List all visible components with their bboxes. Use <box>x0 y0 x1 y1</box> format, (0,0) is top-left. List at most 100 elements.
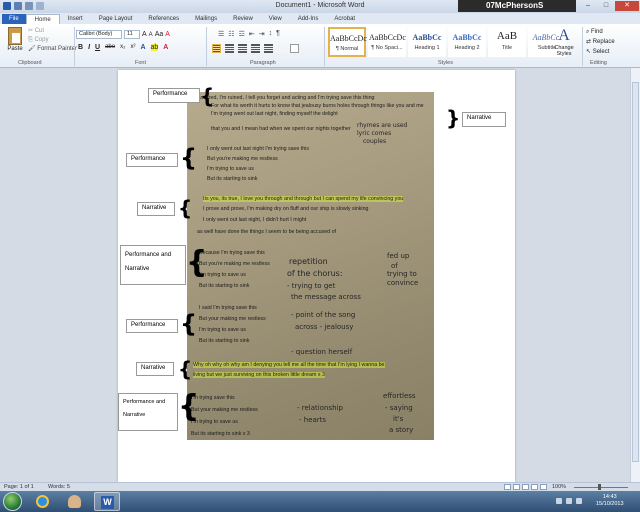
align-center-icon[interactable] <box>225 44 234 53</box>
style-normal[interactable]: AaBbCcDc ¶ Normal <box>328 27 367 57</box>
style-heading-2[interactable]: AaBbCc Heading 2 <box>448 27 486 57</box>
shading-icon[interactable] <box>277 44 286 53</box>
taskbar-internet-explorer[interactable] <box>30 492 56 511</box>
minimize-button[interactable]: – <box>579 1 597 11</box>
network-icon[interactable] <box>566 498 572 504</box>
shrink-font-button[interactable]: A <box>149 32 153 38</box>
select-button[interactable]: ↖ Select <box>586 47 615 57</box>
start-button[interactable] <box>3 492 22 511</box>
tab-view[interactable]: View <box>261 14 290 24</box>
handwritten-note: - trying to get <box>287 282 336 290</box>
numbering-icon[interactable]: ☷ <box>228 30 234 38</box>
taskbar-word[interactable]: W <box>94 492 120 511</box>
tab-acrobat[interactable]: Acrobat <box>326 14 363 24</box>
clock[interactable]: 14:43 15/10/2013 <box>596 494 624 508</box>
find-button[interactable]: ⌕ Find <box>586 27 615 37</box>
tab-mailings[interactable]: Mailings <box>187 14 225 24</box>
zoom-slider-handle[interactable] <box>598 484 601 490</box>
change-case-button[interactable]: Aa <box>155 31 164 38</box>
superscript-button[interactable]: x² <box>130 44 135 51</box>
italic-button[interactable]: I <box>88 44 90 51</box>
handwritten-note: rhymes are used <box>357 122 408 129</box>
line-spacing-icon[interactable] <box>264 44 273 53</box>
increase-indent-icon[interactable]: ⇥ <box>259 30 265 38</box>
align-right-icon[interactable] <box>238 44 247 53</box>
brace-icon: { <box>180 144 198 172</box>
scroll-thumb[interactable] <box>632 82 639 462</box>
paragraph-group-label: Paragraph <box>250 60 276 66</box>
justify-icon[interactable] <box>251 44 260 53</box>
draft-view-icon[interactable] <box>540 484 547 490</box>
outline-view-icon[interactable] <box>531 484 538 490</box>
lyric-line: But its starting to sink x 3 <box>191 431 250 437</box>
flag-icon[interactable] <box>556 498 562 504</box>
handwritten-note: lyric comes <box>357 130 392 137</box>
page-count[interactable]: Page: 1 of 1 <box>4 484 34 490</box>
highlight-icon[interactable]: ab <box>150 44 159 51</box>
font-color-icon[interactable]: A <box>163 44 168 51</box>
tab-home[interactable]: Home <box>25 14 60 24</box>
web-layout-view-icon[interactable] <box>522 484 529 490</box>
handwritten-note: it's <box>393 415 404 423</box>
handwritten-note: trying to <box>387 270 417 278</box>
lyric-line: Amazed, I'm ruined, I tell you forget an… <box>197 95 375 101</box>
align-left-icon[interactable] <box>212 44 221 53</box>
font-name-select[interactable]: Calibri (Body) <box>76 30 122 39</box>
taskbar-user[interactable] <box>62 492 88 511</box>
lyric-line: But its starting to sink <box>207 176 258 182</box>
lyric-line: But you're making me restless <box>199 261 270 267</box>
grow-font-button[interactable]: A <box>142 31 147 38</box>
replace-button[interactable]: ⇄ Replace <box>586 37 615 47</box>
label-performance: Performance <box>148 88 200 103</box>
internet-explorer-icon <box>36 495 49 508</box>
label-narrative: Narrative <box>136 362 174 376</box>
replace-icon: ⇄ <box>586 39 593 45</box>
format-painter-button[interactable]: 🖌 Format Painter <box>28 45 77 54</box>
label-performance-and-narrative: Performance and Narrative <box>118 393 178 431</box>
print-layout-view-icon[interactable] <box>504 484 511 490</box>
copy-button[interactable]: ⎘ Copy <box>28 36 77 45</box>
multilevel-list-icon[interactable]: ☲ <box>239 30 245 38</box>
strikethrough-button[interactable]: abe <box>105 44 115 51</box>
tab-page-layout[interactable]: Page Layout <box>91 14 141 24</box>
underline-button[interactable]: U <box>95 44 100 51</box>
change-styles-button[interactable]: A Change Styles <box>551 27 577 57</box>
lyric-line: But your making me restless <box>199 316 266 322</box>
tab-references[interactable]: References <box>140 14 187 24</box>
tab-add-ins[interactable]: Add-Ins <box>290 14 327 24</box>
style-title[interactable]: AaB Title <box>488 27 526 57</box>
style-no-spacing[interactable]: AaBbCcDc ¶ No Spaci... <box>368 27 406 57</box>
sort-icon[interactable]: ↕ <box>269 30 273 38</box>
word-count[interactable]: Words: 5 <box>48 484 70 490</box>
subscript-button[interactable]: x₂ <box>120 44 125 51</box>
bullets-icon[interactable]: ☰ <box>218 30 224 38</box>
close-button[interactable]: ✕ <box>615 1 639 11</box>
text-effects-icon[interactable]: A <box>140 44 145 51</box>
paste-button[interactable]: Paste <box>4 27 26 52</box>
decrease-indent-icon[interactable]: ⇤ <box>249 30 255 38</box>
show-marks-icon[interactable]: ¶ <box>276 30 280 38</box>
cursor-icon: ↖ <box>586 49 593 55</box>
tab-review[interactable]: Review <box>225 14 261 24</box>
handwritten-note: across - jealousy <box>295 323 354 331</box>
zoom-slider[interactable] <box>574 487 628 488</box>
lyric-line: that you and I mean had when we spent ou… <box>211 126 351 132</box>
vertical-scrollbar[interactable] <box>630 68 640 482</box>
handwritten-note: of <box>391 262 398 270</box>
font-size-select[interactable]: 11 <box>124 30 140 39</box>
bold-button[interactable]: B <box>78 44 83 51</box>
label-performance: Performance <box>126 319 178 333</box>
borders-icon[interactable] <box>290 44 299 53</box>
volume-icon[interactable] <box>576 498 582 504</box>
maximize-button[interactable]: □ <box>597 1 615 11</box>
zoom-level[interactable]: 100% <box>552 484 566 490</box>
cut-button[interactable]: ✂ Cut <box>28 27 77 36</box>
clear-formatting-button[interactable]: A <box>165 31 170 38</box>
scanned-lyrics-image: Amazed, I'm ruined, I tell you forget an… <box>187 92 434 440</box>
clipboard-icon <box>8 27 22 45</box>
tab-insert[interactable]: Insert <box>60 14 91 24</box>
style-heading-1[interactable]: AaBbCc Heading 1 <box>408 27 446 57</box>
handwritten-note: couples <box>363 138 387 145</box>
tab-file[interactable]: File <box>2 14 26 24</box>
full-screen-view-icon[interactable] <box>513 484 520 490</box>
